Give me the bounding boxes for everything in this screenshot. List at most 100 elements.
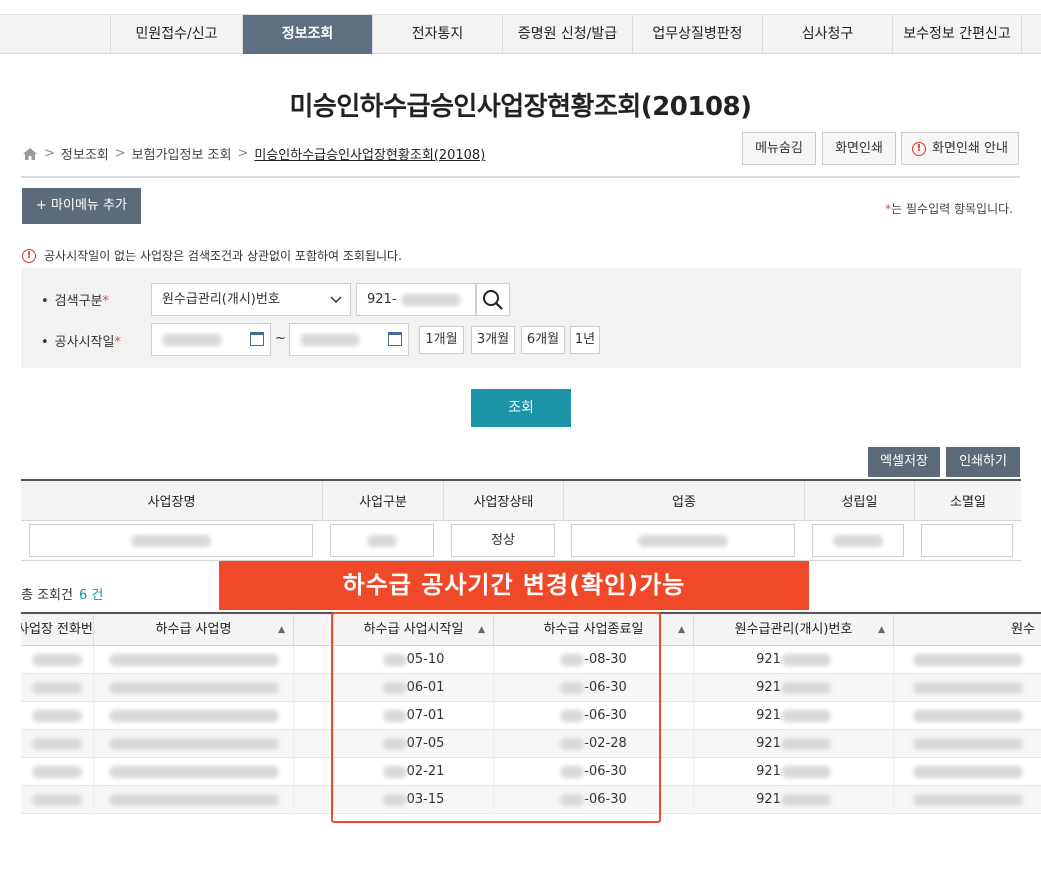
prime-number-cell: 921 — [756, 652, 781, 667]
business-type-field — [330, 524, 434, 557]
total-count-value: 6 건 — [78, 588, 104, 603]
table-row[interactable]: 06-01 -06-30 921 — [21, 674, 1041, 702]
start-date-cell: 07-05 — [406, 736, 445, 751]
top-navigation: 민원접수/신고 정보조회 전자통지 증명원 신청/발급 업무상질병판정 심사청구… — [0, 14, 1041, 54]
nav-item-review[interactable]: 심사청구 — [762, 15, 892, 54]
alert-icon: ! — [22, 248, 36, 263]
nav-item-civil[interactable]: 민원접수/신고 — [110, 15, 242, 54]
nav-item-disease[interactable]: 업무상질병판정 — [632, 15, 762, 54]
closed-date-field — [921, 524, 1013, 557]
workplace-name-field — [29, 524, 313, 557]
col-header-industry: 업종 — [563, 481, 804, 520]
print-screen-button[interactable]: 화면인쇄 — [822, 132, 896, 165]
required-note-text: 는 필수입력 항목입니다. — [891, 202, 1013, 216]
table-row[interactable]: 05-10 -08-30 921 — [21, 646, 1041, 674]
notice-text: 공사시작일이 없는 사업장은 검색조건과 상관없이 포함하여 조회됩니다. — [44, 249, 402, 263]
col-header-name: 사업장명 — [147, 495, 196, 510]
print-guide-label: 화면인쇄 안내 — [932, 141, 1008, 156]
search-button[interactable]: 조회 — [471, 389, 571, 427]
industry-field — [571, 524, 795, 557]
search-panel: • 검색구분* 원수급관리(개시)번호 921- • 공사시작일* ~ 1개월 3개… — [21, 268, 1021, 368]
excel-save-button[interactable]: 엑셀저장 — [868, 447, 940, 477]
established-date-field — [812, 524, 904, 557]
calendar-icon[interactable] — [250, 332, 264, 346]
page-title: 미승인하수급승인사업장현황조회(20108) — [289, 92, 752, 122]
search-icon — [483, 289, 503, 310]
sort-icon[interactable]: ▲ — [278, 614, 285, 645]
sort-icon[interactable]: ▲ — [678, 614, 685, 645]
sort-icon[interactable]: ▲ — [478, 614, 485, 645]
workplace-status-field: 정상 — [451, 524, 555, 557]
col-header-prime-number[interactable]: 원수급관리(개시)번호 ▲ — [693, 614, 893, 645]
start-date-cell: 07-01 — [406, 708, 445, 723]
col-header-prime: 원수 — [893, 614, 1041, 645]
start-date-cell: 06-01 — [406, 680, 445, 695]
col-header-end-date[interactable]: 하수급 사업종료일 ▲ — [493, 614, 693, 645]
start-date-to-input[interactable] — [289, 323, 409, 356]
start-date-cell: 05-10 — [406, 652, 445, 667]
table-row[interactable]: 03-15 -06-30 921 — [21, 786, 1041, 814]
calendar-icon[interactable] — [388, 332, 402, 346]
end-date-cell: -08-30 — [584, 652, 627, 667]
nav-item-certificate[interactable]: 증명원 신청/발급 — [502, 15, 632, 54]
period-3month-button[interactable]: 3개월 — [471, 326, 515, 354]
nav-item-notice[interactable]: 전자통지 — [372, 15, 502, 54]
start-date-from-input[interactable] — [151, 323, 271, 356]
search-icon-button[interactable] — [476, 283, 510, 316]
prime-number-cell: 921 — [756, 764, 781, 779]
col-header-phone: 사업장 전화번호 — [21, 622, 93, 637]
breadcrumb-item[interactable]: 정보조회 — [61, 144, 109, 163]
chevron-right-icon: > — [114, 146, 126, 161]
home-icon[interactable] — [22, 147, 38, 161]
prime-number-cell: 921 — [756, 792, 781, 807]
prime-number-cell: 921 — [756, 708, 781, 723]
list-table-header: 사업장 전화번호 하수급 사업명▲ 하수급 사업시작일▲ 하수급 사업종료일▲ … — [21, 612, 1041, 646]
col-header-closed: 소멸일 — [914, 481, 1021, 520]
total-count: 총 조회건 6 건 — [21, 588, 104, 603]
search-type-select[interactable]: 원수급관리(개시)번호 — [151, 283, 351, 316]
end-date-cell: -06-30 — [584, 680, 627, 695]
hide-menu-button[interactable]: 메뉴숨김 — [742, 132, 816, 165]
summary-table-header: 사업장명 사업구분 사업장상태 업종 성립일 소멸일 — [21, 479, 1021, 521]
prime-number-cell: 921 — [756, 736, 781, 751]
nav-item-info[interactable]: 정보조회 — [242, 15, 372, 54]
search-type-label: • 검색구분* — [41, 294, 110, 309]
table-row[interactable]: 07-01 -06-30 921 — [21, 702, 1041, 730]
col-header-subcontract-name[interactable]: 하수급 사업명 ▲ — [93, 614, 293, 645]
required-note: *는 필수입력 항목입니다. — [885, 200, 1013, 217]
divider — [21, 176, 1020, 178]
chevron-right-icon: > — [44, 146, 55, 161]
end-date-cell: -06-30 — [584, 708, 627, 723]
breadcrumb-current[interactable]: 미승인하수급승인사업장현황조회(20108) — [254, 144, 485, 163]
add-my-menu-button[interactable]: + 마이메뉴 추가 — [22, 188, 141, 224]
nav-item-wage-report[interactable]: 보수정보 간편신고 — [892, 15, 1022, 54]
chevron-right-icon: > — [237, 146, 249, 161]
annotation-banner: 하수급 공사기간 변경(확인)가능 — [219, 561, 809, 610]
col-header-established: 성립일 — [804, 481, 914, 520]
col-header-start-date[interactable]: 하수급 사업시작일 ▲ — [333, 614, 493, 645]
summary-table-row: 정상 — [21, 521, 1021, 561]
period-1month-button[interactable]: 1개월 — [419, 326, 464, 354]
breadcrumb: > 정보조회 > 보험가입정보 조회 > 미승인하수급승인사업장현황조회(201… — [22, 144, 485, 163]
period-1year-button[interactable]: 1년 — [570, 326, 600, 354]
end-date-cell: -06-30 — [584, 792, 627, 807]
notice: ! 공사시작일이 없는 사업장은 검색조건과 상관없이 포함하여 조회됩니다. — [22, 247, 402, 264]
list-table-body: 05-10 -08-30 921 06-01 -06-30 921 07-01 … — [21, 646, 1041, 814]
start-date-cell: 03-15 — [406, 792, 445, 807]
col-header-type: 사업구분 — [322, 481, 443, 520]
period-6month-button[interactable]: 6개월 — [521, 326, 565, 354]
breadcrumb-item[interactable]: 보험가입정보 조회 — [132, 144, 232, 163]
print-guide-button[interactable]: ! 화면인쇄 안내 — [901, 132, 1019, 165]
table-row[interactable]: 02-21 -06-30 921 — [21, 758, 1041, 786]
end-date-cell: -02-28 — [584, 736, 627, 751]
alert-icon: ! — [912, 141, 927, 156]
start-date-label: • 공사시작일* — [41, 335, 121, 350]
search-number-input[interactable]: 921- — [356, 283, 476, 316]
start-date-cell: 02-21 — [406, 764, 445, 779]
col-header-blank — [293, 614, 333, 645]
table-row[interactable]: 07-05 -02-28 921 — [21, 730, 1041, 758]
sort-icon[interactable]: ▲ — [878, 614, 885, 645]
end-date-cell: -06-30 — [584, 764, 627, 779]
col-header-status: 사업장상태 — [443, 481, 563, 520]
print-button[interactable]: 인쇄하기 — [946, 447, 1020, 477]
